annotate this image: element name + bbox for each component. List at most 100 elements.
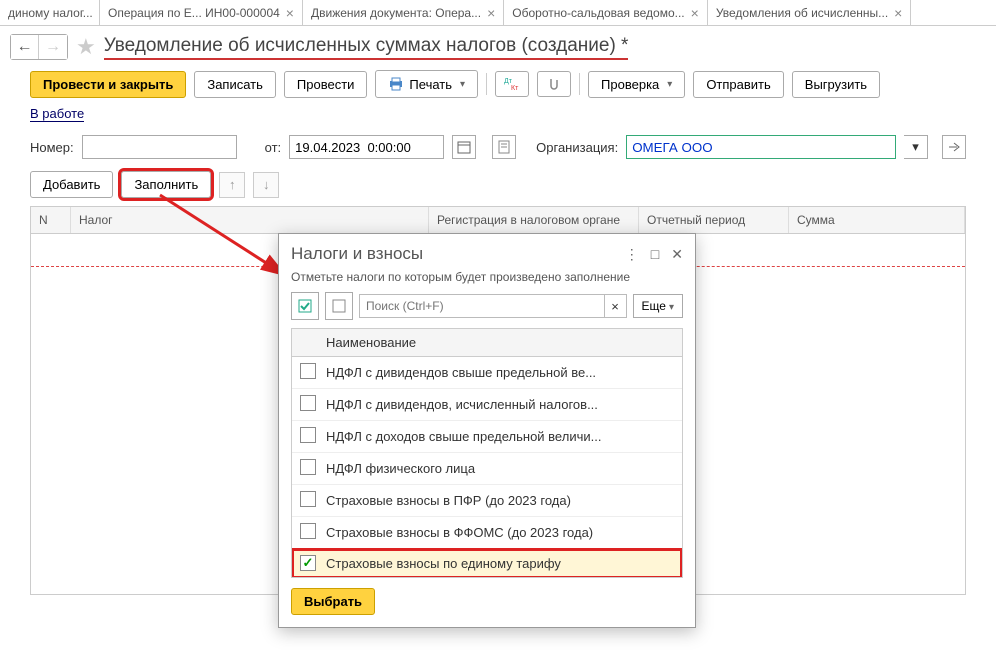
status-link[interactable]: В работе [30, 106, 84, 122]
dt-kt-button[interactable]: ДтКт [495, 71, 529, 97]
search-clear-button[interactable]: × [605, 294, 627, 318]
list-item[interactable]: НДФЛ с дивидендов, исчисленный налогов..… [292, 389, 682, 421]
grid-header: N Налог Регистрация в налоговом органе О… [31, 207, 965, 234]
list-item[interactable]: НДФЛ физического лица [292, 453, 682, 485]
item-label: НДФЛ с дивидендов, исчисленный налогов..… [326, 397, 598, 412]
printer-icon [388, 76, 404, 92]
add-button[interactable]: Добавить [30, 171, 113, 198]
paperclip-icon [546, 76, 562, 92]
number-label: Номер: [30, 140, 74, 155]
search-box: × [359, 294, 627, 318]
dt-kt-icon: ДтКт [504, 76, 520, 92]
write-button[interactable]: Записать [194, 71, 276, 98]
svg-text:Дт: Дт [504, 78, 513, 85]
tab-label: диному налог... [8, 6, 93, 20]
tab-label: Оборотно-сальдовая ведомо... [512, 6, 684, 20]
list-item[interactable]: НДФЛ с доходов свыше предельной величи..… [292, 421, 682, 453]
status-section: В работе [0, 106, 996, 131]
close-icon[interactable]: × [286, 5, 294, 21]
list-item[interactable]: НДФЛ с дивидендов свыше предельной ве... [292, 357, 682, 389]
print-label: Печать [409, 77, 452, 92]
nav-box: ← → [10, 34, 68, 60]
print-button[interactable]: Печать [375, 70, 478, 98]
check-all-button[interactable] [291, 292, 319, 320]
uncheck-all-button[interactable] [325, 292, 353, 320]
tab-label: Операция по Е... ИН00-000004 [108, 6, 280, 20]
col-name[interactable]: Наименование [326, 335, 416, 350]
org-dropdown-button[interactable]: ▾ [904, 135, 928, 159]
more-button[interactable]: Еще [633, 294, 683, 318]
title-bar: ← → ★ Уведомление об исчисленных суммах … [0, 26, 996, 70]
item-label: Страховые взносы в ФФОМС (до 2023 года) [326, 525, 593, 540]
attachments-button[interactable] [537, 71, 571, 97]
popup-subtitle: Отметьте налоги по которым будет произве… [279, 270, 695, 292]
col-check [300, 335, 326, 350]
popup-list-rows[interactable]: НДФЛ с дивидендов свыше предельной ве...… [292, 357, 682, 577]
list-item[interactable]: ✓Страховые взносы по единому тарифу [292, 549, 682, 577]
item-label: НДФЛ с доходов свыше предельной величи..… [326, 429, 601, 444]
post-and-close-button[interactable]: Провести и закрыть [30, 71, 186, 98]
checkbox[interactable] [300, 363, 316, 379]
item-label: НДФЛ с дивидендов свыше предельной ве... [326, 365, 596, 380]
move-down-button[interactable]: ↓ [253, 172, 279, 198]
open-icon [946, 139, 962, 155]
check-all-icon [297, 298, 313, 314]
checkbox[interactable]: ✓ [300, 555, 316, 571]
popup-list: Наименование НДФЛ с дивидендов свыше пре… [291, 328, 683, 578]
sub-toolbar: Добавить Заполнить ↑ ↓ [0, 163, 996, 206]
check-label: Проверка [601, 77, 659, 92]
post-button[interactable]: Провести [284, 71, 368, 98]
tab-item[interactable]: Движения документа: Опера...× [303, 0, 504, 25]
back-button[interactable]: ← [11, 35, 39, 59]
send-button[interactable]: Отправить [693, 71, 783, 98]
checkbox[interactable] [300, 491, 316, 507]
col-registration[interactable]: Регистрация в налоговом органе [429, 207, 639, 233]
close-icon[interactable]: ✕ [671, 246, 683, 263]
tab-strip: диному налог...× Операция по Е... ИН00-0… [0, 0, 996, 26]
tab-item[interactable]: Уведомления об исчисленны... × [708, 0, 912, 25]
checkbox[interactable] [300, 395, 316, 411]
item-label: НДФЛ физического лица [326, 461, 475, 476]
tab-item[interactable]: Оборотно-сальдовая ведомо... × [504, 0, 708, 25]
col-n[interactable]: N [31, 207, 71, 233]
star-icon[interactable]: ★ [76, 34, 96, 60]
tab-item[interactable]: Операция по Е... ИН00-000004 × [100, 0, 303, 25]
popup-title: Налоги и взносы [291, 244, 423, 264]
export-button[interactable]: Выгрузить [792, 71, 880, 98]
checkbox[interactable] [300, 427, 316, 443]
separator [579, 73, 580, 95]
col-tax[interactable]: Налог [71, 207, 429, 233]
close-icon[interactable]: × [487, 5, 495, 21]
forward-button[interactable]: → [39, 35, 67, 59]
calendar-icon [456, 139, 472, 155]
check-button[interactable]: Проверка [588, 71, 685, 98]
form-row: Номер: от: Организация: ▾ [0, 131, 996, 163]
tab-label: Уведомления об исчисленны... [716, 6, 888, 20]
close-icon[interactable]: × [691, 5, 699, 21]
popup-footer: Выбрать [279, 578, 695, 627]
popup-toolbar: × Еще [279, 292, 695, 328]
checkbox[interactable] [300, 459, 316, 475]
calendar-button[interactable] [452, 135, 476, 159]
checkbox[interactable] [300, 523, 316, 539]
org-open-button[interactable] [942, 135, 966, 159]
taxes-popup: Налоги и взносы ⋮ □ ✕ Отметьте налоги по… [278, 233, 696, 628]
maximize-icon[interactable]: □ [651, 246, 659, 263]
organization-input[interactable] [626, 135, 896, 159]
fill-button[interactable]: Заполнить [121, 171, 211, 198]
number-input[interactable] [82, 135, 237, 159]
kebab-icon[interactable]: ⋮ [625, 246, 639, 263]
col-sum[interactable]: Сумма [789, 207, 965, 233]
ledger-button[interactable] [492, 135, 516, 159]
list-item[interactable]: Страховые взносы в ПФР (до 2023 года) [292, 485, 682, 517]
date-label: от: [265, 140, 282, 155]
select-button[interactable]: Выбрать [291, 588, 375, 615]
tab-item[interactable]: диному налог...× [0, 0, 100, 25]
list-item[interactable]: Страховые взносы в ФФОМС (до 2023 года) [292, 517, 682, 549]
move-up-button[interactable]: ↑ [219, 172, 245, 198]
close-icon[interactable]: × [894, 5, 902, 21]
date-input[interactable] [289, 135, 444, 159]
col-period[interactable]: Отчетный период [639, 207, 789, 233]
separator [486, 73, 487, 95]
search-input[interactable] [359, 294, 605, 318]
